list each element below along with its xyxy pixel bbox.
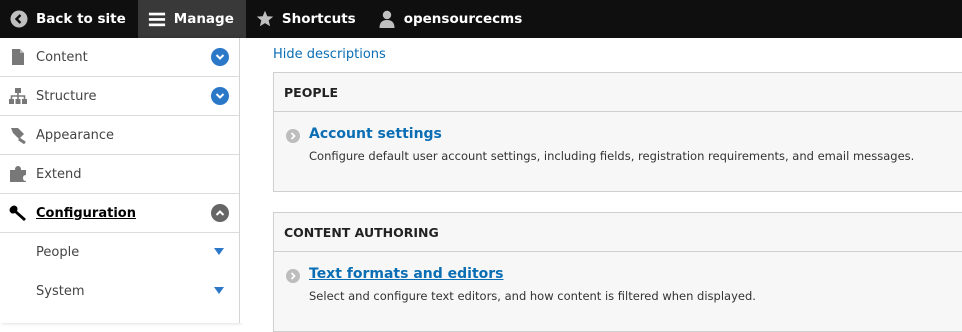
chevron-right-icon bbox=[286, 269, 300, 283]
paint-icon bbox=[8, 125, 28, 145]
entry-description: Select and configure text editors, and h… bbox=[309, 289, 756, 303]
chevron-down-icon[interactable] bbox=[211, 87, 229, 105]
structure-icon bbox=[8, 86, 28, 106]
admin-toolbar: Back to site Manage Shortcuts opensource… bbox=[0, 0, 962, 38]
chevron-down-icon[interactable] bbox=[211, 48, 229, 66]
user-label: opensourcecms bbox=[403, 11, 523, 27]
hamburger-icon bbox=[148, 10, 166, 28]
config-entry: Text formats and editors Select and conf… bbox=[274, 252, 962, 303]
account-settings-link[interactable]: Account settings bbox=[309, 126, 962, 142]
panel-title: PEOPLE bbox=[274, 73, 962, 112]
panel-people: PEOPLE Account settings Configure defaul… bbox=[273, 72, 962, 192]
panel-content-authoring: CONTENT AUTHORING Text formats and edito… bbox=[273, 212, 962, 332]
caret-down-icon[interactable] bbox=[214, 248, 224, 255]
file-icon bbox=[8, 47, 28, 67]
chevron-right-icon bbox=[286, 129, 300, 143]
sidebar-item-label: Content bbox=[36, 49, 88, 65]
sidebar-item-extend[interactable]: Extend bbox=[0, 155, 239, 194]
sidebar-subitem-label: People bbox=[36, 245, 80, 260]
shortcuts-button[interactable]: Shortcuts bbox=[246, 0, 368, 38]
entry-description: Configure default user account settings,… bbox=[309, 149, 915, 163]
caret-down-icon[interactable] bbox=[214, 287, 224, 294]
sidebar-item-configuration[interactable]: Configuration bbox=[0, 194, 239, 233]
sidebar-item-label: Structure bbox=[36, 88, 97, 104]
sidebar-item-appearance[interactable]: Appearance bbox=[0, 116, 239, 155]
sidebar-item-content[interactable]: Content bbox=[0, 38, 239, 77]
sidebar-subitem-people[interactable]: People bbox=[0, 233, 239, 272]
manage-label: Manage bbox=[173, 11, 234, 27]
chevron-up-icon[interactable] bbox=[211, 204, 229, 222]
main-content: Hide descriptions PEOPLE Account setting… bbox=[240, 38, 962, 332]
back-to-site-label: Back to site bbox=[36, 11, 126, 27]
hide-descriptions-link[interactable]: Hide descriptions bbox=[273, 47, 386, 62]
wrench-icon bbox=[8, 203, 28, 223]
user-button[interactable]: opensourcecms bbox=[368, 0, 535, 38]
sidebar-subitem-system[interactable]: System bbox=[0, 272, 239, 311]
config-entry: Account settings Configure default user … bbox=[274, 112, 962, 163]
puzzle-icon bbox=[8, 164, 28, 184]
admin-sidebar: Content Structure Appearance Extend Conf… bbox=[0, 38, 240, 323]
sidebar-subitem-label: System bbox=[36, 284, 85, 299]
sidebar-item-label: Configuration bbox=[36, 205, 136, 221]
text-formats-link[interactable]: Text formats and editors bbox=[309, 266, 962, 282]
panel-title: CONTENT AUTHORING bbox=[274, 213, 962, 252]
back-to-site-button[interactable]: Back to site bbox=[0, 0, 138, 38]
sidebar-item-structure[interactable]: Structure bbox=[0, 77, 239, 116]
user-icon bbox=[378, 10, 396, 28]
shortcuts-label: Shortcuts bbox=[281, 11, 356, 27]
manage-button[interactable]: Manage bbox=[137, 0, 246, 38]
sidebar-item-label: Appearance bbox=[36, 127, 115, 143]
star-icon bbox=[256, 10, 274, 28]
sidebar-item-label: Extend bbox=[36, 166, 82, 182]
chevron-left-icon bbox=[10, 10, 28, 28]
